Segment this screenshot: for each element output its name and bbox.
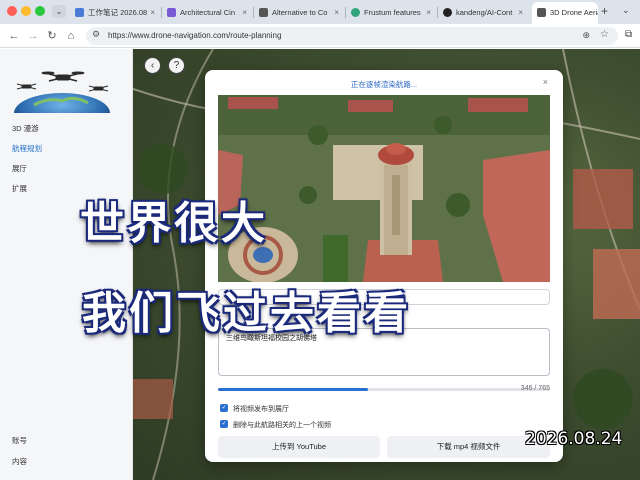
site-favicon-icon	[259, 8, 268, 17]
tab-title: 工作笔记 2026.08	[88, 8, 148, 17]
sidebar-item-extensions[interactable]: 扩展	[12, 183, 27, 194]
chevron-down-icon[interactable]: ⌄	[622, 5, 630, 16]
browser-tab[interactable]: kandeng/AI-Cont ×	[438, 3, 526, 22]
home-icon[interactable]: ⌂	[63, 28, 79, 44]
doc-favicon-icon	[75, 8, 84, 17]
browser-tab[interactable]: 工作笔记 2026.08 ×	[70, 3, 158, 22]
sidebar-item-gallery[interactable]: 展厅	[12, 163, 27, 174]
tab-title: 3D Drone Aerial	[550, 8, 598, 17]
window-maximize-button[interactable]	[35, 6, 45, 16]
help-button[interactable]: ?	[168, 57, 185, 74]
back-arrow-icon[interactable]: ←	[6, 28, 22, 44]
new-tab-icon[interactable]: +	[601, 4, 608, 18]
render-progress-dialog: 正在逐帧渲染航路... × 三维鸟瞰斯坦福校园之胡佛塔 346 / 765 ✓ …	[205, 70, 563, 462]
tab-title: Frustum features	[364, 8, 421, 17]
close-icon[interactable]: ×	[543, 77, 548, 87]
dialog-title: 正在逐帧渲染航路...	[350, 80, 418, 89]
render-progress-bar	[218, 388, 550, 391]
tab-title: Alternative to Co	[272, 8, 328, 17]
back-button[interactable]: ‹	[144, 57, 161, 74]
site-favicon-icon	[537, 8, 546, 17]
browser-tab-active[interactable]: 3D Drone Aerial	[532, 2, 598, 24]
extensions-icon[interactable]: ⧉	[625, 29, 632, 40]
zoom-icon[interactable]: ⊕	[582, 30, 590, 41]
site-favicon-icon	[167, 8, 176, 17]
browser-toolbar: ← → ↻ ⌂ ⚙ https://www.drone-navigation.c…	[0, 24, 640, 48]
render-progress-fill	[218, 388, 369, 391]
sidebar-item-content[interactable]: 内容	[12, 456, 27, 467]
browser-tab[interactable]: Architectural Cin ×	[162, 3, 250, 22]
tab-title: Architectural Cin	[180, 8, 236, 17]
window-minimize-button[interactable]	[21, 6, 31, 16]
publish-checkbox-label: 将视频发布到展厅	[233, 406, 289, 413]
delete-previous-checkbox-label: 删除与此航路相关的上一个视频	[233, 422, 331, 429]
tab-close-icon[interactable]: ×	[242, 3, 247, 22]
sidebar: 3D 漫游 航程规划 展厅 扩展 账号 内容	[0, 49, 133, 480]
browser-tab[interactable]: Alternative to Co ×	[254, 3, 342, 22]
site-settings-icon[interactable]: ⚙	[92, 29, 100, 40]
browser-tab[interactable]: Frustum features ×	[346, 3, 434, 22]
url-text[interactable]: https://www.drone-navigation.com/route-p…	[108, 27, 281, 45]
tab-search-icon[interactable]: ⌄	[52, 5, 66, 18]
bookmark-star-icon[interactable]: ☆	[600, 29, 609, 40]
caption-line-1: 世界很大	[80, 198, 268, 249]
github-favicon-icon	[443, 8, 452, 17]
render-progress-count: 346 / 765	[520, 385, 550, 392]
tab-close-icon[interactable]: ×	[426, 3, 431, 22]
address-bar[interactable]: ⚙ https://www.drone-navigation.com/route…	[86, 27, 618, 45]
browser-tab-bar: ⌄ 工作笔记 2026.08 × Architectural Cin × Alt…	[0, 0, 640, 24]
upload-youtube-button[interactable]: 上传到 YouTube	[218, 436, 380, 458]
publish-checkbox[interactable]: ✓	[220, 404, 228, 412]
window-close-button[interactable]	[7, 6, 17, 16]
tab-close-icon[interactable]: ×	[518, 3, 523, 22]
date-stamp: 2026.08.24	[525, 429, 623, 449]
delete-previous-checkbox[interactable]: ✓	[220, 420, 228, 428]
site-favicon-icon	[351, 8, 360, 17]
sidebar-item-route-planning[interactable]: 航程规划	[12, 143, 42, 154]
drone-logo-icon	[14, 71, 110, 113]
tab-close-icon[interactable]: ×	[334, 3, 339, 22]
reload-icon[interactable]: ↻	[44, 28, 60, 44]
tab-title: kandeng/AI-Cont	[456, 8, 513, 17]
forward-arrow-icon[interactable]: →	[25, 28, 41, 44]
sidebar-item-3d-tour[interactable]: 3D 漫游	[12, 123, 39, 134]
sidebar-item-account[interactable]: 账号	[12, 435, 27, 446]
caption-line-2: 我们飞过去看看	[82, 288, 411, 339]
tab-close-icon[interactable]: ×	[150, 3, 155, 22]
